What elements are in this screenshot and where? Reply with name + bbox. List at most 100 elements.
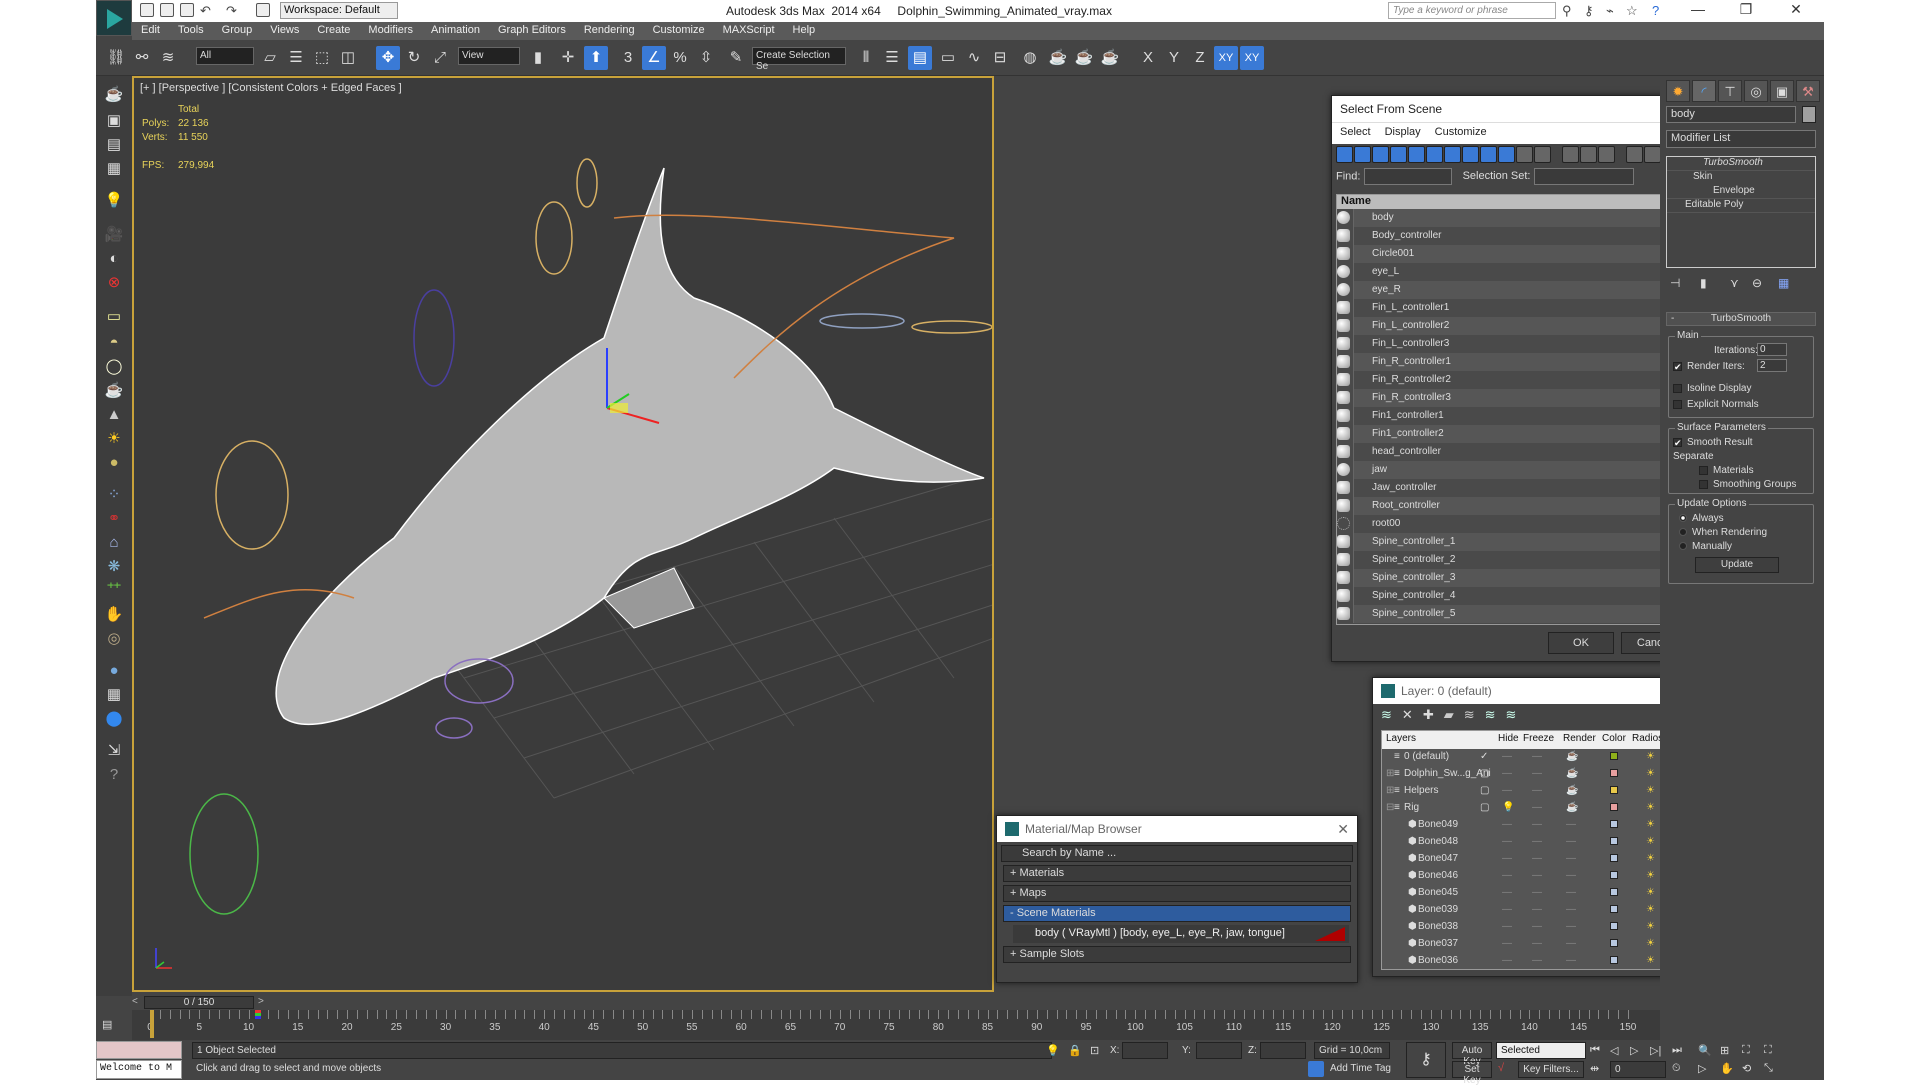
timeline-track[interactable]: ▤ 05101520253035404550556065707580859095… [102, 1010, 1660, 1040]
next-frame-arrow[interactable]: > [258, 996, 270, 1009]
select-in-layer-icon[interactable]: ▰ [1444, 707, 1454, 722]
workspace-dropdown[interactable]: Workspace: Default [280, 2, 398, 19]
hide-toggle[interactable]: — [1502, 887, 1512, 898]
separate-smoothing-groups-checkbox[interactable]: Smoothing Groups [1699, 479, 1796, 490]
material-editor-icon[interactable]: ◍ [1018, 46, 1042, 70]
stack-envelope[interactable]: Envelope [1667, 185, 1815, 199]
set-current-checkbox[interactable]: ▢ [1480, 768, 1489, 779]
hide-toggle[interactable]: — [1502, 785, 1512, 796]
explicit-normals-checkbox[interactable]: Explicit Normals [1673, 399, 1759, 410]
play-icon[interactable]: ▷ [1630, 1044, 1638, 1057]
key-icon[interactable]: ⚷ [1584, 3, 1594, 19]
field-of-view-icon[interactable]: ▷ [1698, 1062, 1706, 1075]
menu-graph-editors[interactable]: Graph Editors [489, 22, 575, 38]
category-scene-materials[interactable]: - Scene Materials [1003, 905, 1351, 922]
radiosity-icon[interactable]: ☀ [1646, 802, 1655, 813]
unlink-icon[interactable]: ⚯ [130, 46, 154, 70]
filter-options-icon[interactable] [1644, 146, 1661, 163]
col-render[interactable]: Render [1563, 733, 1596, 744]
make-unique-icon[interactable]: ⋎ [1730, 276, 1739, 290]
time-slider[interactable]: < 0 / 150 > [132, 996, 1620, 1010]
layer-manager-icon[interactable]: ▤ [908, 46, 932, 70]
freeze-toggle[interactable]: — [1532, 955, 1542, 966]
hide-toggle[interactable]: — [1502, 938, 1512, 949]
physical-camera-icon[interactable]: ⊗ [102, 272, 126, 294]
axis-xy-snap-button[interactable]: XY [1240, 46, 1264, 70]
key-mode-toggle-icon[interactable]: ⇹ [1590, 1062, 1599, 1075]
displacement-icon[interactable]: ◎ [102, 628, 126, 650]
keyboard-shortcut-override-icon[interactable]: ⬆ [584, 46, 608, 70]
save-file-icon[interactable] [180, 3, 194, 17]
hide-toggle[interactable]: — [1502, 751, 1512, 762]
col-hide[interactable]: Hide [1498, 733, 1519, 744]
render-toggle[interactable]: — [1566, 938, 1576, 949]
hide-toggle[interactable]: — [1502, 921, 1512, 932]
help-search-input[interactable]: Type a keyword or phrase [1388, 2, 1556, 19]
key-filters-button[interactable]: Key Filters... [1518, 1061, 1584, 1078]
freeze-toggle[interactable]: — [1532, 887, 1542, 898]
maxscript-listener-input[interactable]: Welcome to M [96, 1060, 182, 1079]
filter-xrefs-icon[interactable] [1462, 146, 1479, 163]
update-when-rendering-radio[interactable]: When Rendering [1679, 527, 1767, 538]
separate-materials-checkbox[interactable]: Materials [1699, 465, 1754, 476]
project-folder-icon[interactable] [256, 3, 270, 17]
radiosity-icon[interactable]: ☀ [1646, 955, 1655, 966]
new-file-icon[interactable] [140, 3, 154, 17]
utilities-tab-icon[interactable]: ⚒ [1796, 80, 1820, 102]
maximize-icon[interactable]: ❐ [1726, 1, 1766, 21]
remove-modifier-icon[interactable]: ⊖ [1752, 276, 1762, 290]
isoline-display-checkbox[interactable]: Isoline Display [1673, 383, 1751, 394]
keyframe-marker[interactable] [255, 1010, 262, 1019]
set-current-checkbox[interactable]: ▢ [1480, 785, 1489, 796]
panel-icon[interactable]: ▤ [102, 134, 126, 156]
close-icon[interactable]: ✕ [1337, 821, 1349, 838]
key-mode-dropdown[interactable]: Selected [1496, 1042, 1586, 1059]
render-toggle[interactable]: — [1566, 955, 1576, 966]
set-current-checkbox[interactable]: ▢ [1480, 802, 1489, 813]
reference-coordinate-dropdown[interactable]: View [458, 47, 520, 65]
radiosity-icon[interactable]: ☀ [1646, 887, 1655, 898]
pin-stack-icon[interactable]: ⊣ [1670, 276, 1680, 290]
motion-tab-icon[interactable]: ◎ [1744, 80, 1768, 102]
menu-display[interactable]: Display [1385, 126, 1421, 138]
filter-lights-icon[interactable] [1372, 146, 1389, 163]
radiosity-icon[interactable]: ☀ [1646, 938, 1655, 949]
axis-y-button[interactable]: Y [1162, 46, 1186, 70]
current-frame-input[interactable]: 0 [1610, 1061, 1666, 1078]
hide-all-layers-icon[interactable]: ≋ [1485, 707, 1496, 722]
binoculars-icon[interactable]: ⚲ [1562, 3, 1572, 19]
find-input[interactable] [1363, 168, 1452, 185]
menu-tools[interactable]: Tools [169, 22, 213, 38]
isolate-selection-icon[interactable]: 💡 [1046, 1044, 1060, 1057]
radiosity-icon[interactable]: ☀ [1646, 768, 1655, 779]
set-key-mode-icon[interactable]: ⚷ [1406, 1042, 1446, 1078]
render-iters-row[interactable]: ✔ Render Iters: [1673, 361, 1745, 372]
layer-color-swatch[interactable] [1610, 922, 1618, 930]
freeze-toggle[interactable]: — [1532, 921, 1542, 932]
orbit-icon[interactable]: ⟲ [1742, 1062, 1751, 1075]
category-maps[interactable]: + Maps [1003, 885, 1351, 902]
layer-color-swatch[interactable] [1610, 769, 1618, 777]
menu-create[interactable]: Create [308, 22, 359, 38]
hide-toggle[interactable]: — [1502, 904, 1512, 915]
selection-lock-icon[interactable]: 🔒 [1068, 1044, 1082, 1057]
filter-cameras-icon[interactable] [1390, 146, 1407, 163]
render-iters-spinner[interactable]: 2 [1757, 359, 1787, 372]
hide-toggle[interactable]: — [1502, 768, 1512, 779]
render-teapot-icon[interactable]: ☕ [1566, 802, 1578, 813]
select-and-scale-icon[interactable]: ⤢ [428, 46, 452, 70]
radiosity-icon[interactable]: ☀ [1646, 836, 1655, 847]
menu-animation[interactable]: Animation [422, 22, 489, 38]
layer-color-swatch[interactable] [1610, 803, 1618, 811]
camera-target-icon[interactable]: ◐ [102, 248, 126, 270]
filter-funnel-icon[interactable] [1626, 146, 1643, 163]
render-toggle[interactable]: — [1566, 921, 1576, 932]
highlight-layer-icon[interactable]: ≋ [1464, 707, 1475, 722]
next-frame-icon[interactable]: ▷| [1650, 1044, 1661, 1057]
menu-rendering[interactable]: Rendering [575, 22, 644, 38]
proxy-icon[interactable]: ⁘ [102, 484, 126, 506]
configure-modifier-sets-icon[interactable]: ▦ [1778, 276, 1789, 290]
layer-color-swatch[interactable] [1610, 752, 1618, 760]
axis-xy-button[interactable]: XY [1214, 46, 1238, 70]
time-tag-icon[interactable] [1308, 1061, 1324, 1077]
